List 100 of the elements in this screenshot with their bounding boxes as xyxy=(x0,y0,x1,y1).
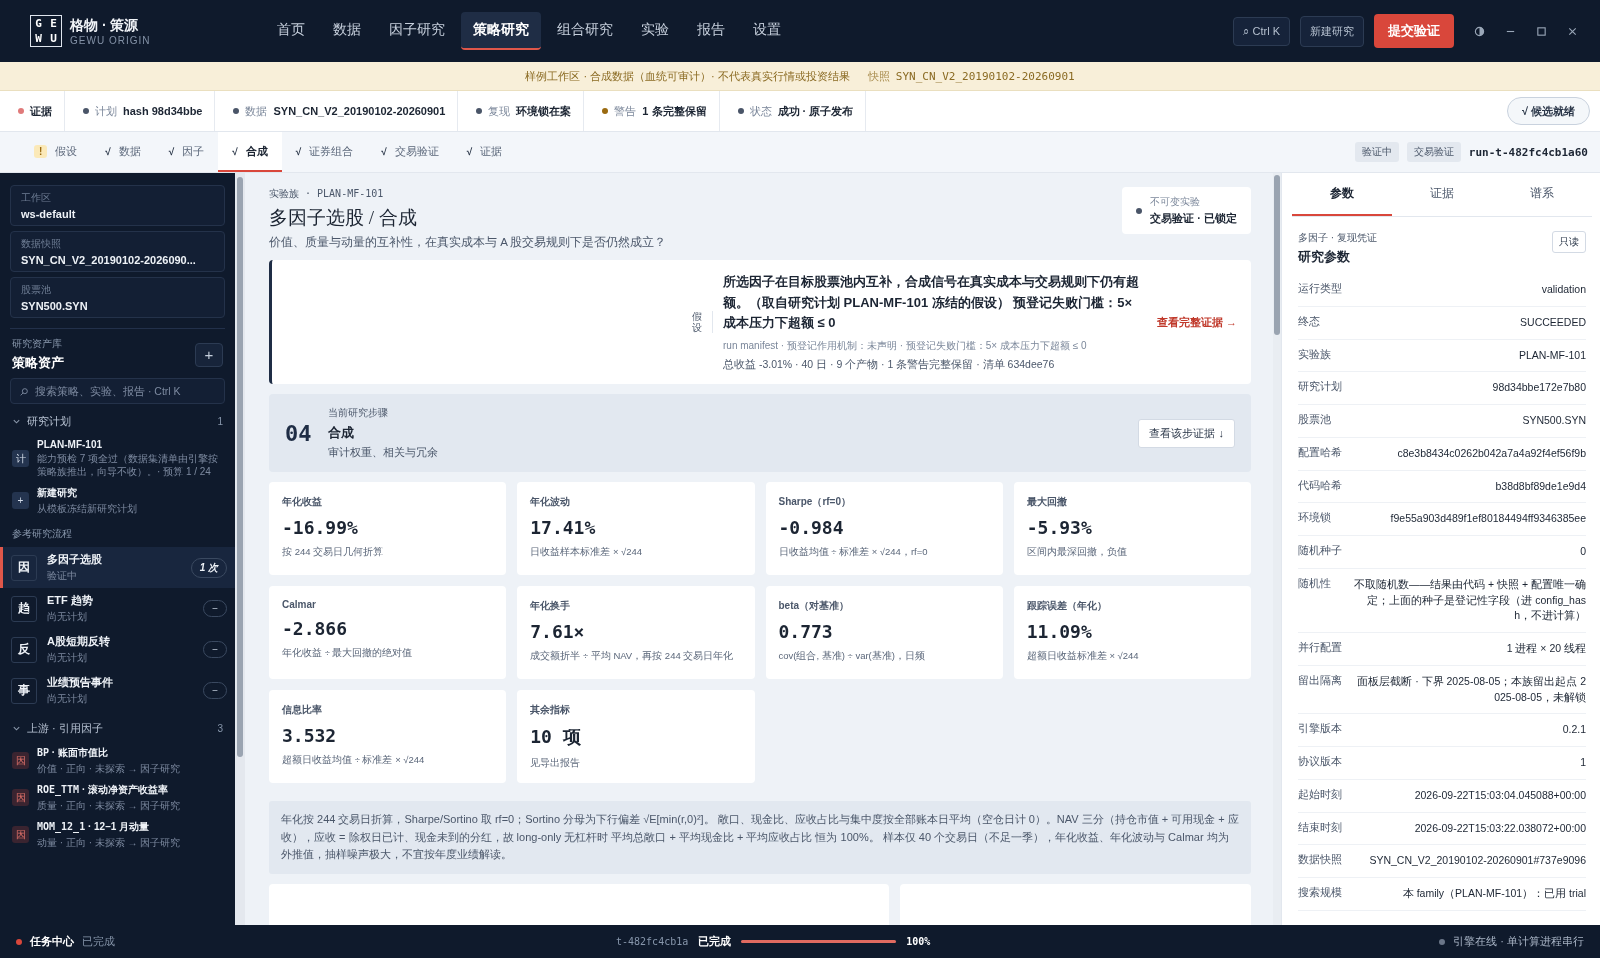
plan-description: 从模板冻结新研究计划 xyxy=(37,502,137,515)
plan-badge: 计 xyxy=(12,450,29,467)
logo-icon: G E W U xyxy=(30,15,62,47)
status-label: 数据 xyxy=(245,103,268,119)
param-value: 本 family（PLAN-MF-101）：已用 trial xyxy=(1401,886,1586,901)
section-title: 研究计划 xyxy=(27,414,72,429)
panel-tab[interactable]: 证据 xyxy=(1392,173,1492,216)
run-tag: 验证中 xyxy=(1354,142,1399,162)
factor-title[interactable]: BP · 账面市值比 xyxy=(37,746,181,760)
step-caption: 当前研究步骤 xyxy=(327,406,389,420)
step-number: 04 xyxy=(285,420,312,446)
status-label: 警告 xyxy=(614,103,637,119)
panel-tab[interactable]: 参数 xyxy=(1292,173,1392,216)
eyebrow: 实验族 · PLAN-MF-101 xyxy=(269,187,385,201)
scrollbar[interactable] xyxy=(1274,175,1280,335)
new-research-button[interactable]: 新建研究 xyxy=(1300,15,1364,47)
plan-title[interactable]: 新建研究 xyxy=(37,486,137,500)
nav-tab[interactable]: 首页 xyxy=(265,12,317,50)
factor-badge: 因 xyxy=(12,826,29,843)
search-field[interactable]: 搜索策略、实验、报告 · Ctrl K xyxy=(10,378,225,404)
plan-badge: + xyxy=(12,492,29,509)
flow-item[interactable]: 因 多因子选股 验证中 1 次 xyxy=(0,547,235,588)
chevron-icon[interactable] xyxy=(12,417,21,426)
param-value: b38d8bf89de1e9d4 xyxy=(1494,478,1586,494)
param-value: validation xyxy=(1540,282,1586,297)
nav-tab[interactable]: 数据 xyxy=(321,12,373,50)
param-value: SYN_CN_V2_20190102-20260901#737e9096 xyxy=(1368,853,1586,869)
step-tab[interactable]: ! 假设 xyxy=(20,132,92,172)
status-value: SYN_CN_V2_20190102-20260901 xyxy=(273,105,446,117)
lock-card: 不可变实验 交易验证 · 已锁定 xyxy=(1122,187,1251,234)
flow-item[interactable]: 趋 ETF 趋势 尚无计划 − xyxy=(0,588,235,629)
param-label: 搜索规模 xyxy=(1298,886,1343,900)
progress-status: 已完成 xyxy=(698,934,732,949)
param-value: 1 进程 × 20 线程 xyxy=(1505,641,1586,656)
maximize-icon[interactable] xyxy=(1536,25,1547,37)
task-center-label[interactable]: 任务中心 xyxy=(30,934,74,949)
plan-title[interactable]: PLAN-MF-101 xyxy=(37,439,223,450)
search-icon xyxy=(19,387,29,397)
param-value: 不取随机数——结果由代码 + 快照 + 配置唯一确定；上面的种子是登记性字段（进 config_hash，不进计算） xyxy=(1353,576,1586,624)
snapshot-label: 快照 xyxy=(867,68,890,84)
status-value: 成功 · 原子发布 xyxy=(777,103,854,119)
theme-icon[interactable] xyxy=(1474,25,1485,37)
factor-title[interactable]: ROE_TTM · 滚动净资产收益率 xyxy=(37,783,181,797)
step-tab[interactable]: √ 证券组合 xyxy=(281,132,368,172)
step-description: 审计权重、相关与冗余 xyxy=(327,446,439,460)
step-evidence-button[interactable]: 查看该步证据 ↓ xyxy=(1138,418,1235,448)
param-label: 留出隔离 xyxy=(1298,673,1343,688)
param-label: 随机性 xyxy=(1298,576,1332,591)
step-tab[interactable]: √ 数据 xyxy=(91,132,155,172)
factor-description: 动量 · 正向 · 未探索 → 因子研究 xyxy=(37,836,181,849)
param-label: 研究计划 xyxy=(1298,380,1343,395)
step-title: 合成 xyxy=(327,424,355,442)
methodology-note: 年化按 244 交易日折算，Sharpe/Sortino 取 rf=0；Sortino 分母为下行偏差 √E[min(r,0)²]。 敞口、现金比、应收占比与集中度按全部账本日平均（空仓日计 0）。NAV 三分（持仓市值 + 可用现金 + 应收），应收 = 除权日已计、现金未到的分红，故 long-only 无杠杆时 平均总敞口 + 平均现金比 + 平均应收占比 恒为 100%。 样本仅 40 个交易日（不足一季），年化收益、年化波动与 Calmar 均为外推值，抽样噪声极大，不宜按年度业绩解读。 xyxy=(269,801,1251,874)
nav-tab[interactable]: 实验 xyxy=(629,12,681,50)
flow-item[interactable]: 反 A股短期反转 尚无计划 − xyxy=(0,629,235,670)
submit-button[interactable]: 提交验证 xyxy=(1374,14,1454,48)
app-name: 格物 · 策源 xyxy=(70,16,140,35)
param-label: 代码哈希 xyxy=(1298,478,1343,493)
param-value: 0 xyxy=(1579,544,1586,559)
hypothesis-text: 所选因子在目标股票池内互补，合成信号在真实成本与交易规则下仍有超额。（取自研究计划 PLAN-MF-101 冻结的假设） 预登记失败门槛：5× 成本压力下超额 ≤ 0 xyxy=(723,272,1140,333)
context-field[interactable]: 工作区 ws-default xyxy=(10,185,225,226)
ready-button[interactable]: √ 候选就绪 xyxy=(1506,97,1590,125)
param-label: 数据快照 xyxy=(1298,853,1343,868)
step-tab[interactable]: √ 交易验证 xyxy=(367,132,453,172)
section-count: 3 xyxy=(217,723,223,734)
manifest-text: run manifest · 预登记作用机制：未声明 · 预登记失败门槛：5× 成本压力下超额 ≤ 0 xyxy=(723,339,1088,354)
flow-item[interactable]: 事 业绩预告事件 尚无计划 − xyxy=(0,670,235,711)
scrollbar[interactable] xyxy=(237,177,243,757)
nav-tab[interactable]: 报告 xyxy=(685,12,737,50)
context-field[interactable]: 数据快照 SYN_CN_V2_20190102-2026090... xyxy=(10,231,225,272)
status-label: 计划 xyxy=(95,103,117,119)
param-value: f9e55a903d489f1ef80184494ff9346385ee xyxy=(1389,511,1586,527)
close-icon[interactable] xyxy=(1567,25,1578,37)
param-value: c8e3b8434c0262b042a7a4a92f4ef56f9b xyxy=(1396,445,1586,461)
nav-tab[interactable]: 因子研究 xyxy=(377,12,457,50)
nav-tab[interactable]: 组合研究 xyxy=(545,12,625,50)
step-tab[interactable]: √ 合成 xyxy=(218,132,282,172)
status-label: 状态 xyxy=(749,103,772,119)
run-id: run-t-482fc4cb1a60 xyxy=(1468,145,1588,159)
library-caption: 研究资产库 xyxy=(12,337,63,351)
param-label: 终态 xyxy=(1298,314,1321,329)
panel-title: 研究参数 xyxy=(1298,249,1351,266)
add-button[interactable]: + xyxy=(195,342,223,367)
panel-tab[interactable]: 谱系 xyxy=(1492,173,1592,216)
evidence-link[interactable]: 查看完整证据 → xyxy=(1156,314,1237,330)
nav-tab[interactable]: 设置 xyxy=(741,12,793,50)
banner-text: 样例工作区 · 合成数据（血统可审计）· 不代表真实行情或投资结果 xyxy=(525,68,850,84)
run-tag: 交易验证 xyxy=(1406,142,1461,162)
nav-tab[interactable]: 策略研究 xyxy=(461,12,541,50)
status-value: 环境锁在案 xyxy=(516,103,572,119)
factor-title[interactable]: MOM_12_1 · 12–1 月动量 xyxy=(37,820,181,834)
chevron-icon[interactable] xyxy=(12,724,21,733)
param-label: 随机种子 xyxy=(1298,544,1343,558)
step-tab[interactable]: √ 因子 xyxy=(154,132,219,172)
context-field[interactable]: 股票池 SYN500.SYN xyxy=(10,277,225,318)
step-tab[interactable]: √ 证据 xyxy=(452,132,517,172)
search-button[interactable]: ⌕ Ctrl K xyxy=(1233,16,1290,46)
summary-text: 总收益 -3.01% · 40 日 · 9 个产物 · 1 条警告完整保留 · 清单 634dee76 xyxy=(723,358,1056,373)
metric-card: 跟踪误差（年化） 11.09% 超额日收益标准差 × √244 xyxy=(1013,586,1251,679)
param-label: 运行类型 xyxy=(1298,282,1343,296)
